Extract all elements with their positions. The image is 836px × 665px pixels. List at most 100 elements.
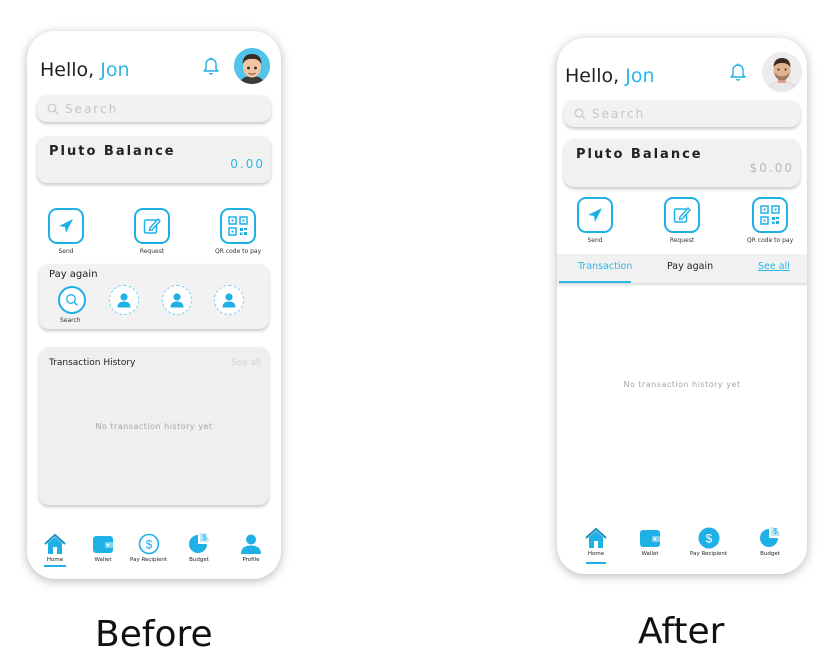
- pay-again-title: Pay again: [49, 269, 98, 280]
- greeting: Hello, Jon: [565, 65, 655, 87]
- edit-icon: [143, 218, 161, 234]
- greeting-text: Hello,: [565, 65, 620, 87]
- search-input[interactable]: Search: [564, 100, 800, 127]
- active-tab-indicator: [44, 565, 66, 567]
- budget-icon: $: [760, 527, 780, 547]
- nav-wallet-label: Wallet: [641, 551, 659, 557]
- user-name: Jon: [625, 65, 655, 87]
- nav-budget[interactable]: $ Budget: [758, 525, 782, 557]
- request-button[interactable]: [664, 197, 700, 233]
- qr-label: QR code to pay: [215, 248, 262, 255]
- request-action[interactable]: Request: [664, 197, 700, 244]
- after-caption: After: [638, 611, 725, 652]
- qr-code-icon: [760, 205, 780, 225]
- nav-profile[interactable]: Profile: [240, 533, 262, 563]
- recent-recipient-2[interactable]: [162, 285, 192, 315]
- history-title: Transaction History: [49, 358, 136, 368]
- search-placeholder: Search: [592, 106, 646, 121]
- recent-recipient-1[interactable]: [109, 285, 139, 315]
- qr-button[interactable]: [752, 197, 789, 233]
- nav-pay-recipient[interactable]: $ Pay Recipient: [690, 527, 727, 557]
- tab-pay-again[interactable]: Pay again: [667, 261, 713, 272]
- balance-card[interactable]: Pluto Balance 0.00: [37, 136, 271, 183]
- request-label: Request: [669, 237, 695, 244]
- request-button[interactable]: [134, 208, 170, 244]
- home-icon: [585, 527, 607, 548]
- nav-wallet[interactable]: Wallet: [91, 533, 115, 563]
- nav-home[interactable]: Home: [584, 527, 608, 564]
- nav-wallet-label: Wallet: [94, 557, 112, 563]
- nav-home-label: Home: [46, 557, 64, 563]
- active-tab-indicator: [559, 281, 631, 283]
- qr-label: QR code to pay: [747, 237, 794, 244]
- active-tab-indicator: [586, 562, 606, 564]
- balance-card[interactable]: Pluto Balance $0.00: [564, 139, 800, 187]
- qr-code-icon: [228, 216, 248, 236]
- see-all-link[interactable]: See all: [758, 261, 790, 272]
- nav-budget[interactable]: $ Budget: [187, 531, 211, 563]
- request-action[interactable]: Request: [134, 208, 170, 255]
- nav-pay-recipient-label: Pay Recipient: [130, 557, 167, 563]
- recent-recipient-3[interactable]: [214, 285, 244, 315]
- tab-transaction[interactable]: Transaction: [578, 261, 632, 272]
- transaction-history-card: Transaction History See all No transacti…: [39, 347, 269, 505]
- user-name: Jon: [100, 59, 130, 81]
- nav-wallet[interactable]: Wallet: [638, 527, 662, 557]
- search-icon: [66, 294, 78, 306]
- nav-pay-recipient[interactable]: $ Pay Recipient: [130, 533, 167, 563]
- empty-history-message: No transaction history yet: [623, 380, 741, 389]
- send-label: Send: [58, 248, 74, 255]
- send-action[interactable]: Send: [48, 208, 84, 255]
- nav-home-label: Home: [587, 551, 605, 557]
- see-all-link[interactable]: See all: [231, 358, 261, 368]
- before-caption: Before: [95, 614, 213, 655]
- svg-text:$: $: [705, 532, 712, 546]
- nav-budget-label: Budget: [189, 557, 209, 563]
- bell-icon[interactable]: [202, 56, 220, 76]
- balance-value: 0.00: [230, 157, 265, 171]
- dollar-icon: $: [698, 527, 719, 549]
- nav-profile-label: Profile: [242, 557, 260, 563]
- search-icon: [574, 108, 586, 119]
- budget-icon: $: [189, 533, 209, 553]
- transaction-tabs: Transaction Pay again See all: [557, 254, 807, 283]
- pay-again-search-label: Search: [60, 317, 81, 324]
- qr-action[interactable]: QR code to pay: [747, 197, 793, 244]
- edit-icon: [673, 207, 691, 223]
- before-phone-screen: Hello, Jon Search Pluto Balance 0.00 Sen…: [27, 31, 281, 579]
- nav-home[interactable]: Home: [43, 533, 67, 567]
- svg-text:$: $: [145, 538, 152, 552]
- person-icon: [241, 534, 261, 554]
- wallet-icon: [640, 530, 660, 547]
- search-icon: [47, 103, 59, 114]
- svg-text:$: $: [202, 533, 207, 542]
- search-input[interactable]: Search: [37, 95, 271, 122]
- user-photo-icon: [762, 52, 802, 92]
- send-label: Send: [587, 237, 603, 244]
- home-icon: [44, 533, 66, 554]
- balance-title: Pluto Balance: [576, 147, 703, 162]
- send-button[interactable]: [577, 197, 613, 233]
- greeting-text: Hello,: [40, 59, 95, 81]
- wallet-icon: [93, 536, 113, 553]
- pay-again-search-button[interactable]: [58, 286, 86, 314]
- nav-budget-label: Budget: [760, 551, 780, 557]
- balance-value: $0.00: [749, 161, 794, 175]
- pay-again-card: Pay again Search: [39, 264, 269, 329]
- qr-button[interactable]: [220, 208, 257, 244]
- bell-icon[interactable]: [729, 62, 747, 82]
- dollar-icon: $: [138, 533, 159, 555]
- send-icon: [59, 219, 73, 233]
- send-button[interactable]: [48, 208, 84, 244]
- greeting: Hello, Jon: [40, 59, 130, 81]
- send-action[interactable]: Send: [577, 197, 613, 244]
- balance-title: Pluto Balance: [49, 144, 176, 159]
- empty-history-message: No transaction history yet: [95, 422, 213, 431]
- search-placeholder: Search: [65, 101, 119, 116]
- memoji-avatar-icon: [234, 48, 270, 84]
- qr-action[interactable]: QR code to pay: [215, 208, 261, 255]
- avatar[interactable]: [762, 52, 802, 92]
- person-icon: [170, 293, 184, 308]
- avatar[interactable]: [234, 48, 270, 84]
- svg-text:$: $: [773, 527, 778, 536]
